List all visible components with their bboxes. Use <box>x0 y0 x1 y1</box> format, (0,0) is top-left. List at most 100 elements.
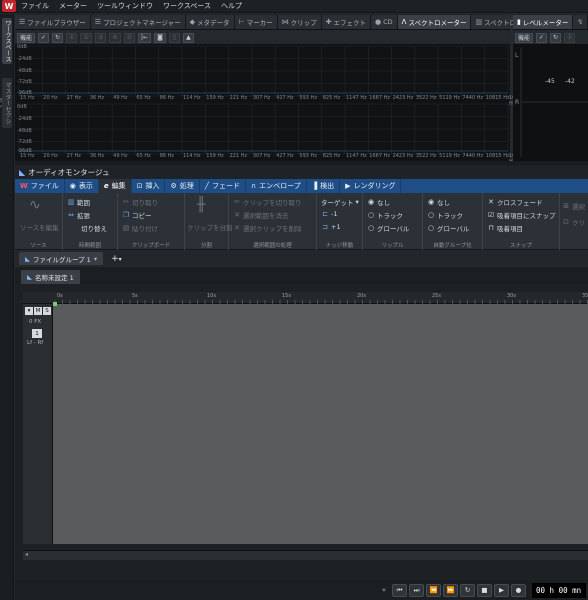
tab-marker[interactable]: ⊢ マーカー <box>234 15 278 29</box>
mute-button[interactable]: M <box>34 307 42 315</box>
range-button[interactable]: ▥ 範囲 <box>67 197 90 207</box>
track-fx-count[interactable]: 0 FX <box>29 319 41 325</box>
ribbon-tab-insert[interactable]: ⊡ 挿入 <box>132 179 166 193</box>
menu-help[interactable]: ヘルプ <box>216 1 247 11</box>
nudge-target-dropdown[interactable]: ターゲット ▾ <box>321 197 359 207</box>
group-caption: スナップ <box>509 243 532 249</box>
copy-button[interactable]: ❐ コピー <box>122 210 152 220</box>
ribbon-tab-view[interactable]: ◉ 表示 <box>65 179 99 193</box>
tab-file-browser[interactable]: ☰ ファイルブラウザー <box>15 15 91 29</box>
cut-clip-button[interactable]: ✂ クリップを切り取り <box>233 197 301 207</box>
swap-button[interactable]: 切り替え <box>81 223 107 233</box>
menu-workspace[interactable]: ワークスペース <box>158 1 216 11</box>
ripple-track-radio[interactable]: ○ トラック <box>367 210 403 220</box>
ribbon-tab-detect[interactable]: ▐ 検出 <box>307 179 341 193</box>
audio-montage-titlebar: ◣ オーディオモンタージュ <box>15 165 588 179</box>
toggle-analysis-button[interactable]: ✓ <box>38 32 50 43</box>
render-icon: ▶ <box>345 182 351 190</box>
playhead-marker[interactable] <box>53 302 57 306</box>
function-menu-button[interactable]: 機能 <box>17 32 36 43</box>
play-button[interactable]: ▶ <box>494 583 509 597</box>
preset-3-button[interactable]: ③ <box>94 32 107 43</box>
select-button[interactable]: ⊞ 選択 <box>562 201 585 211</box>
loop-button[interactable]: ↻ <box>460 583 475 597</box>
tab-more[interactable]: ↯ <box>573 15 588 29</box>
tab-project-manager[interactable]: ☰ プロジェクトマネージャー <box>90 15 186 29</box>
autogroup-none-radio[interactable]: ◉ なし <box>427 197 450 207</box>
time-ruler[interactable]: 0s 5s 10s 15s 20s 25s 30s 35s <box>53 292 588 304</box>
refresh-button[interactable]: ↻ <box>52 32 64 43</box>
snapshot-button[interactable]: ◙ <box>154 32 166 43</box>
list-icon: ☰ <box>19 18 26 26</box>
frequency-tick-label: 307 Hz <box>252 153 271 159</box>
list-icon: ☰ <box>94 18 102 26</box>
stop-button[interactable]: ■ <box>477 583 492 597</box>
cut-button[interactable]: ✂ 切り取り <box>122 197 158 207</box>
tab-metadata[interactable]: ◆ メタデータ <box>185 15 235 29</box>
expand-button[interactable]: ⇔ 拡張 <box>67 210 90 220</box>
collapse-left-icon[interactable]: « <box>382 586 386 594</box>
tab-spectrometer[interactable]: Λ スペクトロメーター <box>397 15 472 29</box>
workspace-vtab[interactable]: ワークスペース <box>2 18 12 64</box>
autogroup-global-radio[interactable]: ○ グローバル <box>427 223 470 233</box>
master-section-vtab[interactable]: マスターセクション <box>0 78 12 128</box>
add-file-group-button[interactable]: +▾ <box>111 254 122 264</box>
split-clip-button[interactable]: クリップを分割 <box>187 222 233 232</box>
ripple-global-radio[interactable]: ○ グローバル <box>367 223 410 233</box>
ribbon-group-source: ∿ ソースを編集 ソース <box>15 193 63 250</box>
tab-level-meter[interactable]: ▮ レベルメーター <box>513 15 574 29</box>
menu-meter[interactable]: メーター <box>54 1 92 11</box>
level-toggle-button[interactable]: ✓ <box>536 32 548 43</box>
circle-4-icon: ④ <box>112 34 118 41</box>
tab-clip[interactable]: ⋈ クリップ <box>277 15 322 29</box>
tab-effect[interactable]: ✚ エフェクト <box>321 15 371 29</box>
horizontal-scrollbar[interactable]: ◂ <box>23 550 588 560</box>
delete-clip-button[interactable]: ✕ 選択クリップを削除 <box>233 223 301 233</box>
preset-5-button[interactable]: ⑤ <box>123 32 136 43</box>
menu-toolwindow[interactable]: ツールウィンドウ <box>92 1 158 11</box>
track-lane[interactable] <box>53 304 588 544</box>
spectrometer-toolbar: 機能 ✓ ↻ ① ② ③ ④ ⑤ |← ◙ ▯ ▲ <box>15 31 510 44</box>
autogroup-track-radio[interactable]: ○ トラック <box>427 210 463 220</box>
level-refresh-button[interactable]: ↻ <box>550 32 562 43</box>
record-button[interactable]: ● <box>511 583 526 597</box>
delete-snapshot-button[interactable]: ▯ <box>168 32 180 43</box>
level-function-button[interactable]: 機能 <box>515 32 534 43</box>
edit-source-button[interactable]: ソースを編集 <box>20 222 59 232</box>
record-icon: ● <box>515 586 522 594</box>
preset-4-button[interactable]: ④ <box>109 32 121 43</box>
ribbon-tab-render[interactable]: ▶ レンダリング <box>340 179 402 193</box>
goto-end-button[interactable]: ⏭ <box>409 583 424 597</box>
rewind-button[interactable]: ⏪ <box>426 583 441 597</box>
ripple-none-radio[interactable]: ◉ なし <box>367 197 390 207</box>
clip-extra-button[interactable]: ⊡ クリ <box>562 217 585 227</box>
paste-button[interactable]: ▤ 貼り付け <box>122 223 158 233</box>
tab-cd[interactable]: ● CD <box>370 15 398 29</box>
preset-1-button[interactable]: ① <box>66 32 78 43</box>
frequency-tick-label: 2423 Hz <box>392 95 414 101</box>
ribbon-tab-edit[interactable]: e 編集 <box>98 179 132 193</box>
group-caption: 分割 <box>200 243 212 249</box>
crossfade-button[interactable]: ✕ クロスフェード <box>487 197 542 207</box>
ribbon-tab-file[interactable]: W ファイル <box>15 179 65 193</box>
file-group-tab[interactable]: ◣ ファイルグループ 1 ▾ <box>19 252 104 265</box>
snap-to-checkbox[interactable]: ☑ 吸着項目にスナップ <box>487 210 556 220</box>
goto-start-button[interactable]: |← <box>138 32 152 43</box>
solo-button[interactable]: S <box>43 307 51 315</box>
nudge-plus-button[interactable]: ⊐ +1 <box>321 223 341 231</box>
menu-file[interactable]: ファイル <box>16 1 54 11</box>
goto-start-button[interactable]: ⏮ <box>392 583 407 597</box>
preset-2-button[interactable]: ② <box>80 32 92 43</box>
snap-item-button[interactable]: ⊓ 吸着項目 <box>487 223 523 233</box>
montage-tab[interactable]: ◣ 名称未設定 1 <box>21 270 80 284</box>
fast-forward-button[interactable]: ⏩ <box>443 583 458 597</box>
nudge-minus-button[interactable]: ⊏ -1 <box>321 210 337 218</box>
time-display[interactable]: 00 h 00 mn <box>532 582 586 598</box>
level-preset-button[interactable]: ① <box>564 32 576 43</box>
image-button[interactable]: ▲ <box>182 32 194 43</box>
ribbon-tab-fade[interactable]: ╱ フェード <box>200 179 246 193</box>
track-collapse-button[interactable]: ▾ <box>25 307 33 315</box>
ribbon-tab-envelope[interactable]: ∩ エンベロープ <box>246 179 307 193</box>
delete-range-button[interactable]: ✕ 選択範囲を消去 <box>233 210 288 220</box>
ribbon-tab-process[interactable]: ⚙ 処理 <box>165 179 200 193</box>
